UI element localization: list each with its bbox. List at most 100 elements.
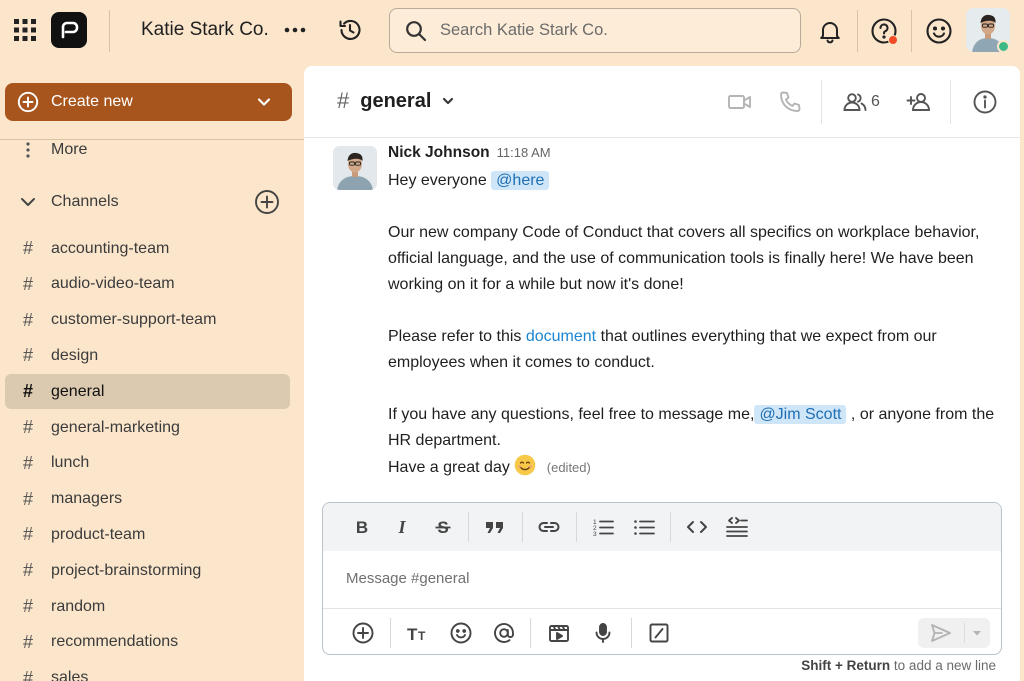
add-member-icon[interactable] — [905, 89, 931, 115]
channel-hash-icon: # — [337, 88, 350, 113]
divider — [576, 512, 577, 542]
sidebar-item-channel[interactable]: # customer-support-team — [5, 303, 290, 338]
divider — [468, 512, 469, 542]
plus-circle-icon — [17, 91, 39, 113]
sidebar-item-label: product-team — [51, 525, 146, 543]
sidebar-item-channel[interactable]: # managers — [5, 482, 290, 517]
sidebar-item-channel[interactable]: # general-marketing — [5, 410, 290, 445]
send-options-button[interactable] — [965, 618, 989, 648]
attach-plus-icon[interactable] — [351, 621, 375, 645]
channel-hash-icon: # — [22, 345, 33, 366]
search-bar[interactable]: Search Katie Stark Co. — [389, 8, 801, 53]
microphone-icon[interactable] — [591, 621, 615, 645]
mention-here[interactable]: @here — [491, 171, 550, 190]
link-icon[interactable] — [537, 515, 561, 539]
team-name[interactable]: Katie Stark Co. — [141, 19, 269, 41]
members-icon — [843, 93, 867, 111]
message-composer: B I S 123 Message #general T T — [322, 502, 1002, 655]
quote-icon[interactable] — [483, 515, 507, 539]
sidebar-item-channel[interactable]: # design — [5, 338, 290, 373]
svg-text:T: T — [407, 625, 418, 644]
send-button[interactable] — [918, 618, 964, 648]
notifications-bell-icon[interactable] — [817, 18, 843, 44]
app-logo[interactable] — [51, 12, 87, 48]
search-placeholder: Search Katie Stark Co. — [440, 21, 608, 39]
channel-hash-icon: # — [22, 596, 33, 616]
channel-hash-icon: # — [22, 417, 33, 437]
gif-icon[interactable] — [547, 621, 571, 645]
sidebar-item-label: general — [51, 382, 105, 400]
divider — [530, 618, 531, 648]
send-button-group — [918, 618, 990, 648]
composer-actions: TT — [323, 609, 1001, 654]
bulleted-list-icon[interactable] — [632, 515, 656, 539]
help-icon[interactable] — [870, 17, 898, 45]
emoji-icon[interactable] — [449, 621, 473, 645]
divider — [670, 512, 671, 542]
sidebar-item-channel[interactable]: # recommendations — [5, 625, 290, 660]
divider — [631, 618, 632, 648]
mention-user[interactable]: @Jim Scott — [754, 405, 847, 424]
history-icon[interactable] — [337, 17, 363, 43]
caret-down-icon — [973, 631, 981, 636]
text-format-icon[interactable]: TT — [406, 621, 430, 645]
italic-icon[interactable]: I — [390, 515, 414, 539]
create-new-label: Create new — [51, 93, 133, 110]
add-channel-icon[interactable] — [254, 189, 280, 215]
create-new-button[interactable]: Create new — [5, 83, 292, 121]
sidebar-item-channel[interactable]: # accounting-team — [5, 231, 290, 266]
message-text: Hey everyone @here Our new company Code … — [388, 168, 1000, 481]
hint-keys: Shift + Return — [801, 658, 891, 673]
strikethrough-icon[interactable]: S — [431, 515, 455, 539]
video-call-icon[interactable] — [727, 89, 753, 115]
channel-header: # general 6 — [304, 66, 1020, 138]
divider — [390, 618, 391, 648]
sidebar-item-channel[interactable]: # project-brainstorming — [5, 553, 290, 588]
mention-icon[interactable] — [492, 621, 516, 645]
sidebar-item-channel[interactable]: # general — [5, 374, 290, 410]
channels-section-header[interactable]: Channels — [5, 184, 290, 219]
paragraph-text: If you have any questions, feel free to … — [388, 406, 755, 423]
sidebar-item-channel[interactable]: # sales — [5, 661, 290, 681]
message-body: Nick Johnson 11:18 AM Hey everyone @here… — [388, 144, 1000, 481]
edited-label: (edited) — [546, 460, 591, 475]
sidebar-item-more[interactable]: More — [5, 132, 290, 167]
code-icon[interactable] — [685, 515, 709, 539]
slash-command-icon[interactable] — [647, 621, 671, 645]
message-timestamp[interactable]: 11:18 AM — [497, 145, 551, 160]
sidebar-item-channel[interactable]: # audio-video-team — [5, 267, 290, 302]
sidebar-item-label: project-brainstorming — [51, 561, 202, 579]
hint-text: to add a new line — [893, 658, 996, 673]
sidebar-item-label: random — [51, 597, 106, 615]
code-block-icon[interactable] — [725, 515, 749, 539]
numbered-list-icon[interactable]: 123 — [591, 515, 615, 539]
phone-call-icon[interactable] — [777, 89, 803, 115]
more-options-icon[interactable] — [283, 18, 307, 42]
app-grid-icon[interactable] — [14, 19, 36, 41]
sidebar-item-channel[interactable]: # product-team — [5, 517, 290, 552]
divider — [821, 80, 822, 124]
message-input[interactable]: Message #general — [323, 551, 1001, 609]
channel-title-button[interactable]: # general — [337, 88, 456, 114]
svg-text:I: I — [397, 517, 406, 537]
channel-hash-icon: # — [22, 309, 33, 330]
sidebar-item-label: design — [51, 346, 99, 364]
channel-name: general — [360, 89, 432, 112]
channel-hash-icon: # — [22, 560, 33, 581]
channel-info-icon[interactable] — [972, 89, 998, 115]
author-avatar[interactable] — [333, 146, 377, 190]
sidebar-item-label: accounting-team — [51, 239, 170, 257]
divider — [109, 10, 110, 52]
sidebar-item-channel[interactable]: # random — [5, 589, 290, 624]
bold-icon[interactable]: B — [350, 515, 374, 539]
svg-text:3: 3 — [593, 531, 597, 537]
search-icon — [404, 19, 428, 43]
divider — [950, 80, 951, 124]
sidebar-item-channel[interactable]: # lunch — [5, 446, 290, 481]
document-link[interactable]: document — [526, 328, 596, 345]
top-bar: Katie Stark Co. Search Katie Stark Co. — [0, 0, 1024, 62]
channel-hash-icon: # — [22, 524, 33, 545]
members-button[interactable]: 6 — [842, 89, 880, 115]
author-name[interactable]: Nick Johnson — [388, 144, 490, 162]
status-emoji-icon[interactable] — [925, 17, 953, 45]
